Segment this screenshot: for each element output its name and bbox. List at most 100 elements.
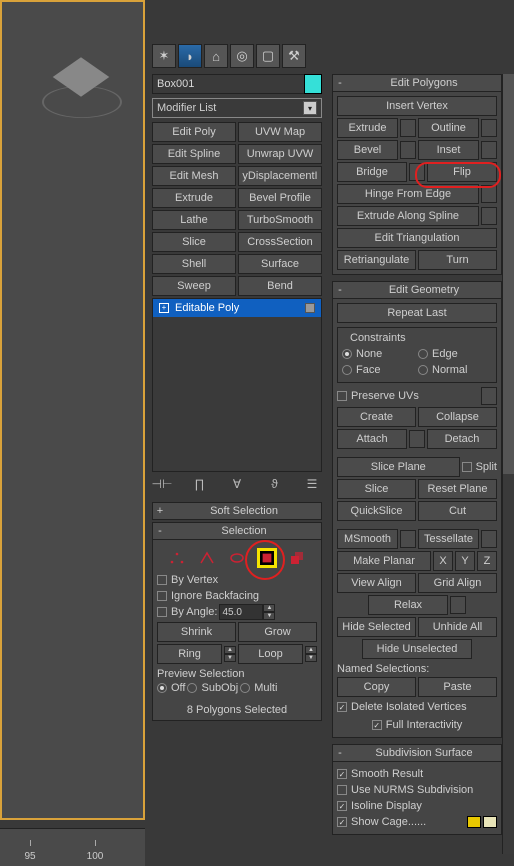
object-name-field[interactable]: [152, 74, 322, 94]
bridge-settings[interactable]: [409, 163, 425, 181]
edit-tri-button[interactable]: Edit Triangulation: [337, 228, 497, 248]
stack-item-editable-poly[interactable]: + Editable Poly: [153, 299, 321, 317]
constraint-normal-radio[interactable]: Normal: [418, 362, 492, 378]
modifier-button[interactable]: UVW Map: [238, 122, 322, 142]
preserve-uv-settings[interactable]: [481, 387, 497, 405]
modifier-list-combo[interactable]: Modifier List ▾: [152, 98, 322, 118]
preserve-uv-check[interactable]: Preserve UVs: [337, 388, 419, 404]
modifier-button[interactable]: TurboSmooth: [238, 210, 322, 230]
by-angle-check[interactable]: By Angle:: [157, 604, 217, 620]
modifier-button[interactable]: Edit Spline: [152, 144, 236, 164]
constraint-none-radio[interactable]: None: [342, 346, 416, 362]
extrude-spline-button[interactable]: Extrude Along Spline: [337, 206, 479, 226]
grow-button[interactable]: Grow: [238, 622, 317, 642]
modifier-button[interactable]: Shell: [152, 254, 236, 274]
show-cage-check[interactable]: Show Cage......: [337, 814, 426, 830]
remove-modifier-icon[interactable]: ϑ: [267, 476, 283, 492]
modifier-button[interactable]: yDisplacementI: [238, 166, 322, 186]
modifier-button[interactable]: Slice: [152, 232, 236, 252]
create-button[interactable]: Create: [337, 407, 416, 427]
cage-color-1[interactable]: [467, 816, 481, 828]
hide-selected-button[interactable]: Hide Selected: [337, 617, 416, 637]
angle-spinner[interactable]: ▲▼: [219, 604, 275, 620]
modifier-button[interactable]: Bend: [238, 276, 322, 296]
modifier-button[interactable]: Extrude: [152, 188, 236, 208]
hinge-settings[interactable]: [481, 185, 497, 203]
tessellate-button[interactable]: Tessellate: [418, 529, 479, 549]
collapse-button[interactable]: Collapse: [418, 407, 497, 427]
panel-scrollbar[interactable]: [502, 74, 514, 854]
attach-settings[interactable]: [409, 430, 425, 448]
motion-tab-icon[interactable]: ◎: [230, 44, 254, 68]
use-nurms-check[interactable]: Use NURMS Subdivision: [337, 782, 497, 798]
hide-unselected-button[interactable]: Hide Unselected: [362, 639, 472, 659]
ring-button[interactable]: Ring: [157, 644, 222, 664]
preview-multi-radio[interactable]: Multi: [240, 680, 277, 696]
full-interactivity-check[interactable]: Full Interactivity: [337, 717, 497, 733]
rollout-subdivision[interactable]: -Subdivision Surface: [332, 744, 502, 762]
bevel-settings[interactable]: [400, 141, 416, 159]
modifier-button[interactable]: Unwrap UVW: [238, 144, 322, 164]
make-unique-icon[interactable]: ∀: [229, 476, 245, 492]
modifier-button[interactable]: Bevel Profile: [238, 188, 322, 208]
rollout-selection[interactable]: - Selection: [152, 522, 322, 540]
detach-button[interactable]: Detach: [427, 429, 497, 449]
extrude-spline-settings[interactable]: [481, 207, 497, 225]
modifier-button[interactable]: Surface: [238, 254, 322, 274]
extrude-button[interactable]: Extrude: [337, 118, 398, 138]
loop-spinner[interactable]: ▲▼: [305, 646, 317, 662]
constraint-face-radio[interactable]: Face: [342, 362, 416, 378]
extrude-settings[interactable]: [400, 119, 416, 137]
configure-sets-icon[interactable]: ☰: [304, 476, 320, 492]
make-planar-button[interactable]: Make Planar: [337, 551, 431, 571]
msmooth-button[interactable]: MSmooth: [337, 529, 398, 549]
smooth-result-check[interactable]: Smooth Result: [337, 766, 497, 782]
isoline-check[interactable]: Isoline Display: [337, 798, 497, 814]
bridge-button[interactable]: Bridge: [337, 162, 407, 182]
modify-tab-icon[interactable]: ◗: [178, 44, 202, 68]
tessellate-settings[interactable]: [481, 530, 497, 548]
expand-icon[interactable]: +: [159, 303, 169, 313]
hinge-button[interactable]: Hinge From Edge: [337, 184, 479, 204]
rollout-soft-selection[interactable]: + Soft Selection: [152, 502, 322, 520]
pin-stack-icon[interactable]: ⊣⊢: [154, 476, 170, 492]
relax-settings[interactable]: [450, 596, 466, 614]
inset-button[interactable]: Inset: [418, 140, 479, 160]
modifier-button[interactable]: Lathe: [152, 210, 236, 230]
polygon-subobj-icon[interactable]: [257, 548, 277, 568]
planar-z-button[interactable]: Z: [477, 551, 497, 571]
cage-color-2[interactable]: [483, 816, 497, 828]
timeline-ruler[interactable]: 95 100: [0, 828, 145, 866]
utilities-tab-icon[interactable]: ⚒: [282, 44, 306, 68]
preview-subobj-radio[interactable]: SubObj: [187, 680, 238, 696]
msmooth-settings[interactable]: [400, 530, 416, 548]
shrink-button[interactable]: Shrink: [157, 622, 236, 642]
bevel-button[interactable]: Bevel: [337, 140, 398, 160]
unhide-all-button[interactable]: Unhide All: [418, 617, 497, 637]
slice-plane-button[interactable]: Slice Plane: [337, 457, 460, 477]
rollout-edit-geometry[interactable]: -Edit Geometry: [332, 281, 502, 299]
display-tab-icon[interactable]: ▢: [256, 44, 280, 68]
ring-spinner[interactable]: ▲▼: [224, 646, 236, 662]
modifier-button[interactable]: CrossSection: [238, 232, 322, 252]
vertex-subobj-icon[interactable]: [167, 548, 187, 568]
paste-button[interactable]: Paste: [418, 677, 497, 697]
repeat-last-button[interactable]: Repeat Last: [337, 303, 497, 323]
ignore-backfacing-check[interactable]: Ignore Backfacing: [157, 588, 317, 604]
rollout-edit-polygons[interactable]: -Edit Polygons: [332, 74, 502, 92]
modifier-button[interactable]: Sweep: [152, 276, 236, 296]
outline-button[interactable]: Outline: [418, 118, 479, 138]
view-align-button[interactable]: View Align: [337, 573, 416, 593]
flip-button[interactable]: Flip: [427, 162, 497, 182]
quickslice-button[interactable]: QuickSlice: [337, 501, 416, 521]
planar-x-button[interactable]: X: [433, 551, 453, 571]
viewport[interactable]: [0, 0, 145, 820]
constraint-edge-radio[interactable]: Edge: [418, 346, 492, 362]
edge-subobj-icon[interactable]: [197, 548, 217, 568]
split-check[interactable]: Split: [462, 459, 497, 475]
insert-vertex-button[interactable]: Insert Vertex: [337, 96, 497, 116]
inset-settings[interactable]: [481, 141, 497, 159]
retriangulate-button[interactable]: Retriangulate: [337, 250, 416, 270]
modifier-button[interactable]: Edit Poly: [152, 122, 236, 142]
modifier-button[interactable]: Edit Mesh: [152, 166, 236, 186]
